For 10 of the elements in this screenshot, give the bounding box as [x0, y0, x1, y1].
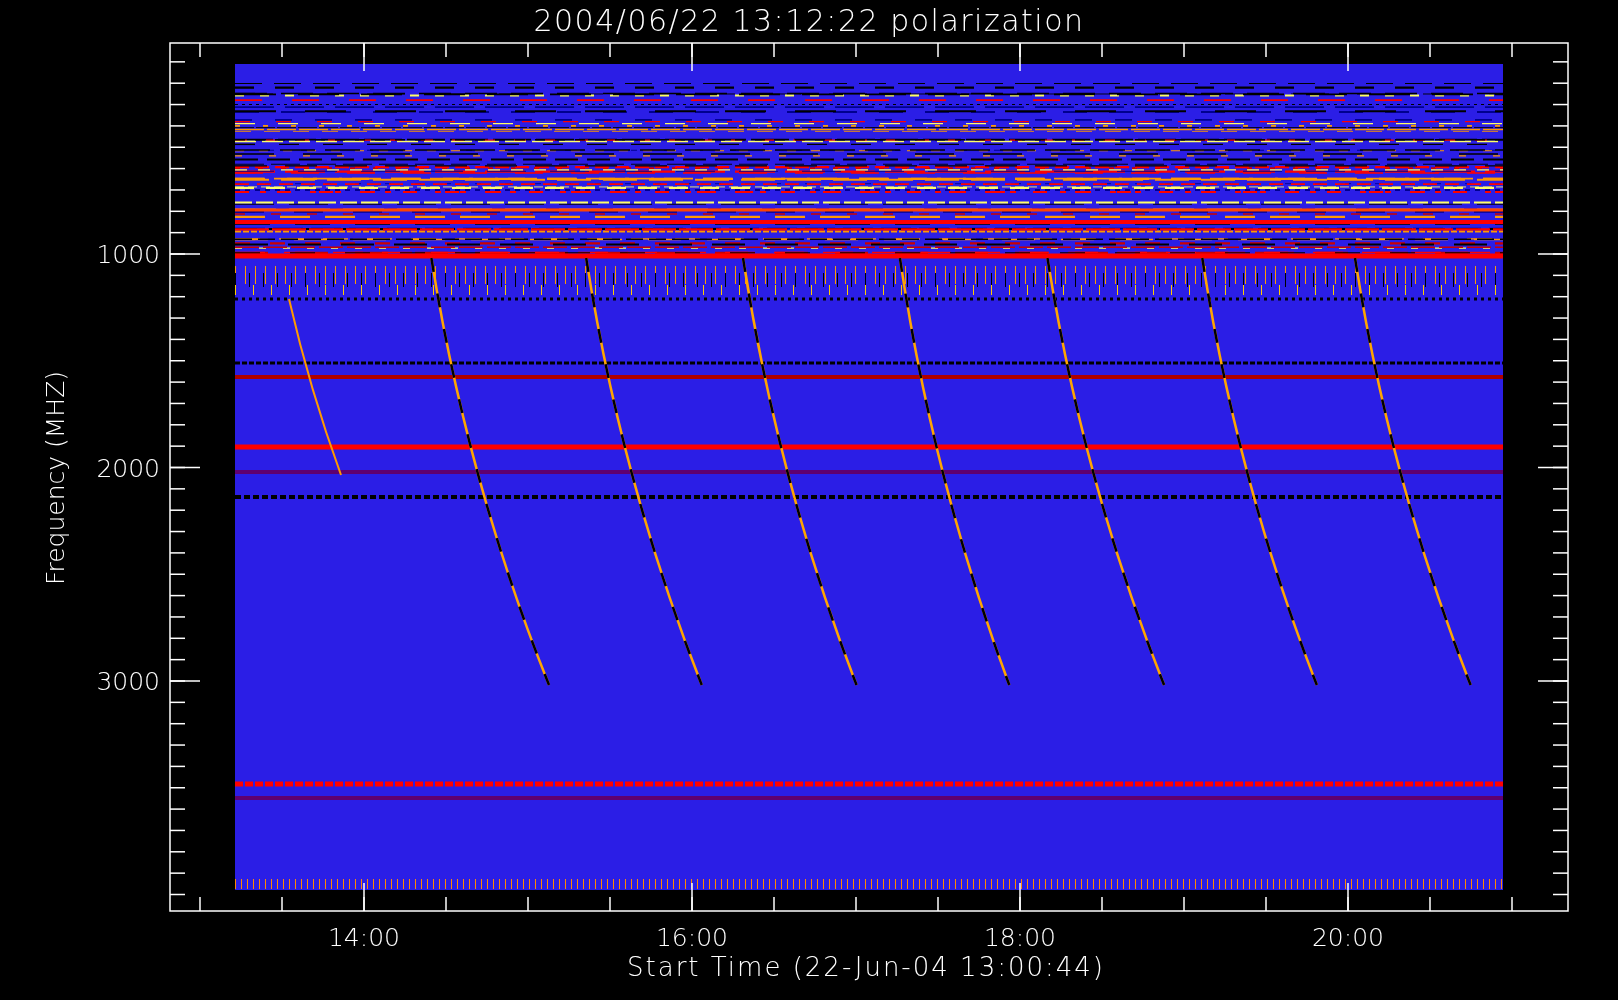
axis-label: Frequency (MHZ)	[41, 370, 70, 586]
tick-label: 16:00	[656, 923, 728, 952]
axis-label: Start Time (22-Jun-04 13:00:44)	[627, 952, 1105, 982]
tick-label: 20:00	[1312, 923, 1384, 952]
tick-label: 14:00	[328, 923, 400, 952]
tick-label: 3000	[96, 667, 160, 696]
tick-label: 2000	[96, 453, 160, 483]
tick-label: 18:00	[984, 923, 1056, 952]
chart-title: 2004/06/22 13:12:22 polarization	[533, 3, 1085, 38]
tick-label: 1000	[96, 240, 160, 269]
